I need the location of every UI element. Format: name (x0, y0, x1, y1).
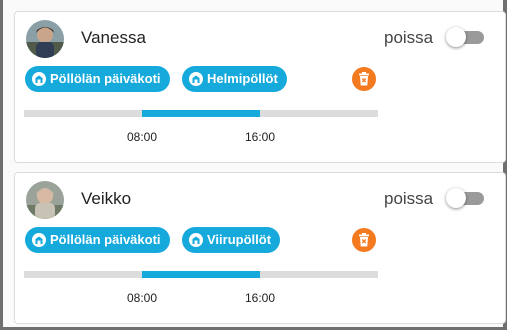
absent-toggle[interactable] (446, 26, 486, 48)
unit-chip-label: Pöllölän päiväkoti (50, 71, 161, 86)
group-chip: Helmipöllöt (182, 66, 287, 92)
time-tick: 16:00 (244, 130, 276, 144)
group-chip-label: Helmipöllöt (207, 71, 278, 86)
unit-chip: Pöllölän päiväkoti (25, 66, 170, 92)
attendance-range (141, 110, 261, 117)
delete-button[interactable] (352, 228, 376, 252)
trash-icon (359, 233, 369, 247)
toggle-knob (446, 188, 466, 208)
unit-chip: Pöllölän päiväkoti (25, 227, 170, 253)
time-tick: 08:00 (126, 130, 158, 144)
group-chip: Viirupöllöt (182, 227, 281, 253)
absent-label: poissa (384, 28, 434, 47)
child-name: Veikko (81, 189, 132, 208)
trash-icon (359, 72, 369, 86)
attendance-timeline (24, 110, 378, 117)
time-tick: 08:00 (126, 291, 158, 305)
toggle-knob (446, 27, 466, 47)
building-icon (189, 72, 203, 86)
child-card: Veikko poissa Pöllölän päiväkoti Viirupö… (14, 172, 506, 324)
time-tick: 16:00 (244, 291, 276, 305)
building-icon (32, 72, 46, 86)
avatar (26, 181, 64, 219)
unit-chip-label: Pöllölän päiväkoti (50, 232, 161, 247)
delete-button[interactable] (352, 67, 376, 91)
building-icon (189, 233, 203, 247)
absent-label: poissa (384, 189, 434, 208)
attendance-range (141, 271, 261, 278)
list-container: Vanessa poissa Pöllölän päiväkoti Helmip… (0, 0, 507, 330)
building-icon (32, 233, 46, 247)
avatar (26, 20, 64, 58)
attendance-timeline (24, 271, 378, 278)
group-chip-label: Viirupöllöt (207, 232, 272, 247)
child-name: Vanessa (81, 28, 146, 47)
absent-toggle[interactable] (446, 187, 486, 209)
child-card: Vanessa poissa Pöllölän päiväkoti Helmip… (14, 11, 506, 163)
